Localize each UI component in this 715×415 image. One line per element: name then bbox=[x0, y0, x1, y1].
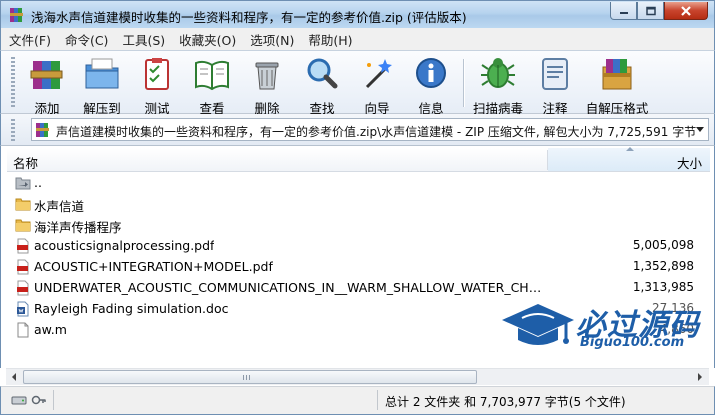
winrar-app-icon[interactable] bbox=[9, 7, 25, 23]
close-icon bbox=[681, 5, 691, 16]
menu-favorites[interactable]: 收藏夹(O) bbox=[179, 30, 236, 49]
view-button[interactable]: 查看 bbox=[189, 55, 235, 117]
file-name: acousticsignalprocessing.pdf bbox=[34, 238, 215, 253]
maximize-button[interactable] bbox=[637, 2, 664, 20]
scroll-right-icon bbox=[698, 373, 702, 381]
extract-folder-icon bbox=[85, 58, 119, 89]
status-divider bbox=[53, 390, 54, 410]
comment-button[interactable]: 注释 bbox=[533, 55, 577, 117]
sfx-button[interactable]: 自解压格式 bbox=[583, 55, 651, 117]
watermark-url: Biguo100.com bbox=[580, 335, 685, 350]
address-bar: 声信道建模时收集的一些资料和程序，有一定的参考价值.zip\水声信道建模 - Z… bbox=[0, 114, 715, 146]
menu-options[interactable]: 选项(N) bbox=[250, 30, 294, 49]
test-clipboard-icon bbox=[145, 58, 169, 90]
pdf-icon bbox=[17, 280, 29, 296]
scroll-left-button[interactable] bbox=[6, 369, 23, 385]
scroll-thumb-grip bbox=[243, 375, 251, 380]
add-archive-icon bbox=[30, 61, 63, 89]
minimize-icon bbox=[619, 11, 628, 14]
file-size: 1,352,898 bbox=[632, 259, 694, 273]
scroll-thumb[interactable] bbox=[23, 370, 477, 384]
info-button[interactable]: 信息 bbox=[409, 55, 453, 117]
menu-commands[interactable]: 命令(C) bbox=[65, 30, 108, 49]
magnifier-icon bbox=[307, 58, 338, 89]
file-name: ACOUSTIC+INTEGRATION+MODEL.pdf bbox=[34, 259, 273, 274]
virus-scan-button[interactable]: 扫描病毒 bbox=[471, 55, 525, 117]
info-icon bbox=[416, 58, 446, 88]
column-size-header[interactable]: 大小 bbox=[548, 147, 710, 171]
toolbar-separator bbox=[463, 59, 464, 107]
horizontal-scrollbar[interactable] bbox=[6, 368, 709, 385]
status-divider bbox=[377, 390, 378, 410]
menu-bar: 文件(F) 命令(C) 工具(S) 收藏夹(O) 选项(N) 帮助(H) bbox=[0, 28, 715, 50]
table-row[interactable]: UNDERWATER_ACOUSTIC_COMMUNICATIONS_IN__W… bbox=[7, 277, 710, 298]
status-bar: 总计 2 文件夹 和 7,703,977 字节(5 个文件) bbox=[0, 386, 715, 415]
table-row[interactable]: ACOUSTIC+INTEGRATION+MODEL.pdf 1,352,898 bbox=[7, 256, 710, 277]
address-grip[interactable] bbox=[11, 119, 15, 141]
file-size: 5,005,098 bbox=[632, 238, 694, 252]
pdf-icon bbox=[17, 238, 29, 254]
test-button[interactable]: 测试 bbox=[135, 55, 179, 117]
minimize-button[interactable] bbox=[610, 2, 637, 20]
wizard-button[interactable]: 向导 bbox=[355, 55, 399, 117]
virus-bug-icon bbox=[481, 58, 515, 88]
file-name: aw.m bbox=[34, 322, 67, 337]
file-icon bbox=[17, 322, 29, 338]
menu-tools[interactable]: 工具(S) bbox=[122, 30, 165, 49]
menu-help[interactable]: 帮助(H) bbox=[308, 30, 352, 49]
address-path-box[interactable]: 声信道建模时收集的一些资料和程序，有一定的参考价值.zip\水声信道建模 - Z… bbox=[31, 118, 709, 141]
file-size: 1,313,985 bbox=[632, 280, 694, 294]
pdf-icon bbox=[17, 259, 29, 275]
comment-icon bbox=[542, 58, 568, 90]
folder-up-icon bbox=[15, 177, 31, 190]
status-summary: 总计 2 文件夹 和 7,703,977 字节(5 个文件) bbox=[385, 395, 626, 409]
table-row[interactable]: .. bbox=[7, 172, 710, 193]
title-bar: 浅海水声信道建模时收集的一些资料和程序，有一定的参考价值.zip (评估版本) bbox=[0, 0, 715, 28]
find-button[interactable]: 查找 bbox=[299, 55, 345, 117]
file-name: Rayleigh Fading simulation.doc bbox=[34, 301, 229, 316]
file-name: UNDERWATER_ACOUSTIC_COMMUNICATIONS_IN__W… bbox=[34, 280, 549, 295]
file-name: 海洋声传播程序 bbox=[34, 220, 122, 235]
table-row[interactable]: acousticsignalprocessing.pdf 5,005,098 bbox=[7, 235, 710, 256]
magic-wand-icon bbox=[365, 59, 392, 89]
column-header: 名称 大小 bbox=[7, 147, 710, 172]
key-icon[interactable] bbox=[31, 393, 47, 407]
view-book-icon bbox=[195, 60, 229, 91]
close-button[interactable] bbox=[664, 2, 708, 20]
sort-ascending-icon bbox=[626, 147, 634, 151]
scroll-left-icon bbox=[12, 373, 16, 381]
table-row[interactable]: 水声信道 bbox=[7, 193, 710, 214]
table-row[interactable]: 海洋声传播程序 bbox=[7, 214, 710, 235]
sfx-box-icon bbox=[602, 59, 632, 90]
file-name: 水声信道 bbox=[34, 199, 85, 214]
doc-icon bbox=[17, 301, 29, 317]
toolbar-grip[interactable] bbox=[11, 57, 15, 109]
menu-file[interactable]: 文件(F) bbox=[9, 30, 51, 49]
add-button[interactable]: 添加 bbox=[25, 55, 69, 117]
column-name-header[interactable]: 名称 bbox=[13, 153, 38, 172]
extract-to-button[interactable]: 解压到 bbox=[79, 55, 125, 117]
file-name: .. bbox=[34, 175, 42, 190]
delete-button[interactable]: 删除 bbox=[245, 55, 289, 117]
watermark: 必过源码 Biguo100.com bbox=[498, 296, 703, 356]
trash-icon bbox=[255, 62, 279, 90]
address-path: 声信道建模时收集的一些资料和程序，有一定的参考价值.zip\水声信道建模 - Z… bbox=[56, 125, 697, 139]
address-dropdown-icon[interactable] bbox=[696, 127, 704, 132]
drive-icon[interactable] bbox=[11, 393, 27, 407]
window-title: 浅海水声信道建模时收集的一些资料和程序，有一定的参考价值.zip (评估版本) bbox=[31, 10, 467, 25]
maximize-icon bbox=[645, 6, 656, 15]
folder-icon bbox=[15, 219, 31, 232]
toolbar: 添加 解压到 测试 查看 删除 查找 向导 信息 扫描病毒 注释 自解压格式 bbox=[0, 50, 715, 117]
graduation-cap-logo-icon bbox=[502, 304, 574, 345]
scroll-right-button[interactable] bbox=[692, 369, 709, 385]
column-size-label: 大小 bbox=[676, 156, 702, 171]
folder-icon bbox=[15, 198, 31, 211]
archive-icon bbox=[36, 123, 49, 137]
